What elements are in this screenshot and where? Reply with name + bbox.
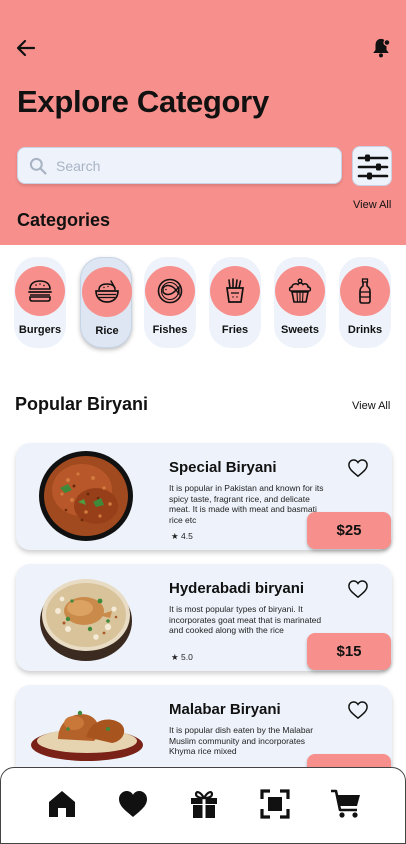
category-label: Drinks <box>347 324 383 336</box>
product-rating: ★ 5.0 <box>171 652 193 663</box>
page-title: Explore Category <box>17 84 269 119</box>
product-name: Malabar Biryani <box>169 701 281 718</box>
bottle-icon <box>359 278 371 304</box>
price-button[interactable]: $25 <box>307 512 391 549</box>
favorite-button[interactable] <box>347 700 369 720</box>
category-label: Sweets <box>281 324 319 336</box>
favorite-button[interactable] <box>347 579 369 599</box>
search-input[interactable] <box>56 154 326 178</box>
price-button[interactable]: $15 <box>307 633 391 670</box>
category-rice-badge <box>82 267 132 317</box>
nav-favorites-button[interactable] <box>117 788 149 820</box>
arrow-left-icon <box>16 39 36 57</box>
home-icon <box>49 791 75 817</box>
heart-outline-icon <box>348 580 368 599</box>
product-rating: ★ 4.5 <box>171 531 193 542</box>
cupcake-icon <box>288 278 312 303</box>
malabar-biryani-image <box>31 710 143 761</box>
sliders-icon <box>357 154 389 180</box>
search-box[interactable] <box>17 147 342 184</box>
nav-cart-button[interactable] <box>330 788 362 820</box>
heart-outline-icon <box>348 459 368 478</box>
product-name: Special Biryani <box>169 459 277 476</box>
favorite-button[interactable] <box>347 458 369 478</box>
rice-bowl-icon <box>95 280 119 303</box>
nav-scan-button[interactable] <box>259 788 291 820</box>
hyderabadi-biryani-image <box>40 579 132 661</box>
category-drinks-badge <box>340 266 390 316</box>
burger-icon <box>28 280 52 302</box>
category-fishes[interactable]: Fishes <box>144 257 196 348</box>
category-label: Fries <box>221 324 249 336</box>
popular-view-all-link[interactable]: View All <box>352 400 390 412</box>
categories-view-all-link[interactable]: View All <box>353 199 391 211</box>
product-description: It is most popular types of biryani. It … <box>169 604 322 635</box>
product-description: It is popular dish eaten by the Malabar … <box>169 725 314 756</box>
category-label: Burgers <box>18 324 62 336</box>
category-label: Rice <box>95 325 119 337</box>
category-fishes-badge <box>145 266 195 316</box>
popular-section-title: Popular Biryani <box>15 394 149 414</box>
search-icon <box>29 157 47 175</box>
category-sweets-badge <box>275 266 325 316</box>
special-biryani-image <box>39 451 133 541</box>
back-button[interactable] <box>14 36 38 60</box>
category-drinks[interactable]: Drinks <box>339 257 391 348</box>
notification-button[interactable] <box>370 37 392 59</box>
product-name: Hyderabadi biryani <box>169 580 305 597</box>
product-card-hyderabadi-biryani[interactable]: Hyderabadi biryani It is most popular ty… <box>16 564 392 671</box>
category-fries[interactable]: Fries <box>209 257 261 348</box>
fries-icon <box>226 278 244 303</box>
category-sweets[interactable]: Sweets <box>274 257 326 348</box>
nav-home-button[interactable] <box>46 788 78 820</box>
category-list: Burgers Rice Fishes Fries Sweets Drinks <box>0 257 406 349</box>
heart-outline-icon <box>348 701 368 720</box>
cart-icon <box>331 789 360 818</box>
star-icon: ★ <box>171 531 179 541</box>
fish-plate-icon <box>157 278 183 304</box>
category-burgers[interactable]: Burgers <box>14 257 66 348</box>
nav-offers-button[interactable] <box>188 788 220 820</box>
category-burgers-badge <box>15 266 65 316</box>
heart-icon <box>119 791 147 817</box>
rating-value: 4.5 <box>181 531 193 541</box>
header: Explore Category Categories View All <box>0 0 406 245</box>
category-label: Fishes <box>152 324 188 336</box>
categories-title: Categories <box>17 210 111 230</box>
filter-button[interactable] <box>352 146 392 186</box>
category-fries-badge <box>210 266 260 316</box>
product-card-special-biryani[interactable]: Special Biryani It is popular in Pakista… <box>16 443 392 550</box>
bottom-navigation <box>0 767 406 844</box>
star-icon: ★ <box>171 652 179 662</box>
gift-icon <box>191 791 217 818</box>
product-description: It is popular in Pakistan and known for … <box>169 483 324 525</box>
scan-icon <box>260 789 290 819</box>
bell-icon <box>373 38 391 58</box>
category-rice[interactable]: Rice <box>80 257 132 348</box>
rating-value: 5.0 <box>181 652 193 662</box>
